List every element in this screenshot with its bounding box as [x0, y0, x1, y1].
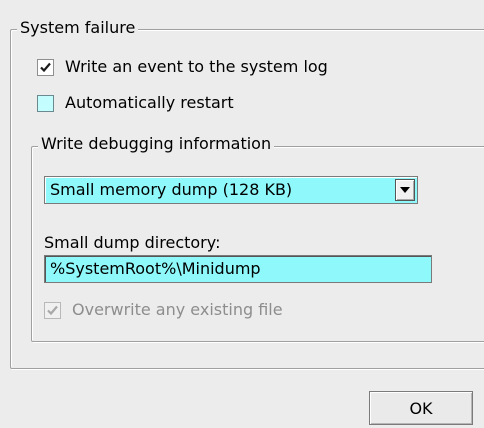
dump-directory-field[interactable]: %SystemRoot%\Minidump	[44, 255, 432, 283]
chevron-down-icon	[400, 187, 410, 193]
overwrite-checkbox-row: Overwrite any existing file	[44, 300, 283, 320]
dump-directory-value: %SystemRoot%\Minidump	[50, 259, 261, 278]
dump-type-value: Small memory dump (128 KB)	[50, 180, 293, 199]
system-failure-group-title: System failure	[17, 19, 139, 37]
write-event-checkbox-row[interactable]: Write an event to the system log	[37, 57, 328, 77]
checkmark-icon	[47, 305, 58, 315]
dump-directory-label: Small dump directory:	[44, 233, 221, 252]
debugging-info-group-title: Write debugging information	[38, 135, 275, 153]
auto-restart-checkbox-row[interactable]: Automatically restart	[37, 93, 234, 113]
auto-restart-checkbox[interactable]	[37, 94, 54, 112]
overwrite-label: Overwrite any existing file	[72, 300, 283, 319]
ok-button[interactable]: OK	[369, 391, 473, 425]
checkmark-icon	[40, 62, 51, 72]
write-event-label: Write an event to the system log	[65, 57, 328, 76]
startup-recovery-dialog: System failure Write an event to the sys…	[0, 0, 484, 428]
write-event-checkbox[interactable]	[37, 58, 54, 76]
ok-button-label: OK	[409, 398, 433, 418]
dump-type-select[interactable]: Small memory dump (128 KB)	[44, 176, 418, 204]
auto-restart-label: Automatically restart	[65, 93, 234, 112]
dump-type-dropdown-button[interactable]	[395, 179, 415, 201]
overwrite-checkbox	[44, 301, 61, 319]
